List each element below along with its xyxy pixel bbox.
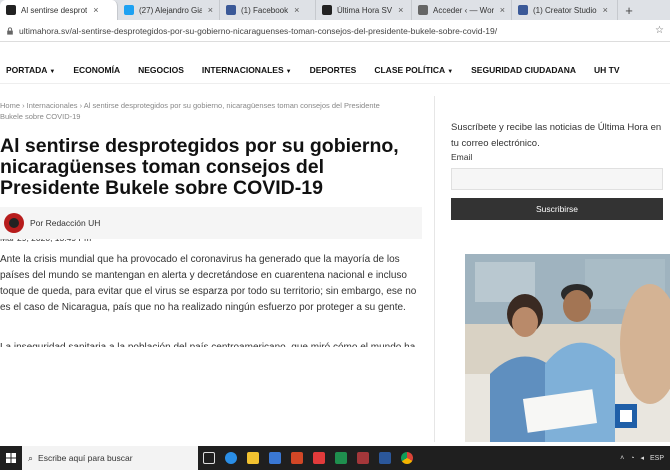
breadcrumb[interactable]: Home › Internacionales › Al sentirse des…	[0, 100, 400, 122]
article-paragraph: Ante la crisis mundial que ha provocado …	[0, 254, 417, 313]
subscribe-text: Suscríbete y recibe las noticias de Últi…	[451, 122, 662, 149]
chevron-down-icon: ▼	[447, 68, 454, 75]
url-text[interactable]: ultimahora.sv/al-sentirse-desprotegidos-…	[19, 26, 655, 36]
system-tray: ˄ ◔ ◂ ESP	[620, 454, 670, 463]
close-icon[interactable]: ×	[398, 5, 403, 15]
search-placeholder: Escribe aquí para buscar	[38, 453, 133, 463]
subscribe-button[interactable]: Suscribirse	[451, 198, 663, 220]
browser-tab-label: (1) Creator Studio	[533, 5, 597, 15]
facebook-icon	[518, 5, 528, 15]
nav-item-label: ECONOMÍA	[73, 64, 121, 75]
nav-item-label: INTERNACIONALES	[201, 64, 284, 75]
close-icon[interactable]: ×	[208, 5, 213, 15]
store-icon[interactable]	[264, 446, 286, 470]
author-box: Por Redacción UH	[0, 207, 422, 239]
new-tab-button[interactable]: +	[618, 0, 640, 20]
nav-item[interactable]: INTERNACIONALES ▼	[202, 65, 292, 75]
close-icon[interactable]: ×	[603, 5, 608, 15]
globe-icon	[418, 5, 428, 15]
author-avatar[interactable]	[4, 213, 24, 233]
advertisement-photo[interactable]	[465, 254, 670, 442]
email-label: Email	[451, 152, 473, 162]
author-name[interactable]: Por Redacción UH	[30, 218, 100, 228]
chevron-down-icon: ▼	[49, 68, 56, 75]
nav-item[interactable]: SEGURIDAD CIUDADANA	[471, 65, 576, 75]
browser-tab-label: Acceder ‹ — Word	[433, 5, 494, 15]
search-icon: ⌕	[28, 452, 34, 463]
browser-tab-label: (1) Facebook	[241, 5, 289, 15]
browser-tab-label: Al sentirse desprot	[21, 5, 88, 15]
facebook-icon	[226, 5, 236, 15]
windows-start-icon[interactable]	[0, 446, 22, 470]
article-title: Al sentirse desprotegidos por su gobiern…	[0, 135, 399, 199]
browser-tab[interactable]: (1) Facebook ×	[220, 0, 316, 20]
browser-tab[interactable]: Al sentirse desprot ×	[0, 0, 118, 20]
nav-item-label: DEPORTES	[309, 64, 357, 75]
browser-tab[interactable]: (27) Alejandro Gia ×	[118, 0, 220, 20]
task-view-icon[interactable]	[198, 446, 220, 470]
article-paragraph-2: La inseguridad sanitaria a la población …	[0, 340, 422, 347]
word-icon[interactable]	[374, 446, 396, 470]
site-icon	[6, 5, 16, 15]
chevron-down-icon: ▼	[285, 68, 292, 75]
close-icon[interactable]: ×	[294, 5, 299, 15]
newsletter-widget: Suscríbete y recibe las noticias de Últi…	[451, 120, 663, 220]
browser-tab[interactable]: Última Hora SV ×	[316, 0, 412, 20]
file-explorer-icon[interactable]	[242, 446, 264, 470]
browser-tab[interactable]: (1) Creator Studio ×	[512, 0, 618, 20]
browser-tab-bar: Al sentirse desprot × (27) Alejandro Gia ×(…	[0, 0, 670, 20]
nav-item-label: SEGURIDAD CIUDADANA	[471, 64, 576, 75]
nav-item-label: UH TV	[593, 64, 620, 75]
taskbar-search-input[interactable]: ⌕ Escribe aquí para buscar	[22, 446, 198, 470]
edge-icon[interactable]	[220, 446, 242, 470]
access-icon[interactable]	[352, 446, 374, 470]
browser-tab-label: (27) Alejandro Gia	[139, 5, 202, 15]
nav-item[interactable]: CLASE POLÍTICA ▼	[374, 65, 453, 75]
browser-tab-label: Última Hora SV	[337, 5, 393, 15]
nav-item-label: NEGOCIOS	[138, 64, 184, 75]
site-icon	[322, 5, 332, 15]
site-navigation: PORTADA ▼ ECONOMÍA NEGOCIOS INTERNACIONALES ▼…	[0, 56, 670, 84]
nav-item[interactable]: PORTADA ▼	[6, 65, 55, 75]
chrome-icon[interactable]	[396, 446, 418, 470]
os-taskbar: ⌕ Escribe aquí para buscar ˄ ◔ ◂ ESP	[0, 446, 670, 470]
nav-item-label: PORTADA	[6, 64, 48, 75]
email-field[interactable]	[451, 168, 663, 190]
close-icon[interactable]: ×	[500, 5, 505, 15]
address-bar[interactable]: ultimahora.sv/al-sentirse-desprotegidos-…	[0, 20, 670, 42]
wifi-icon[interactable]: ◔	[630, 455, 634, 462]
nav-item[interactable]: ECONOMÍA	[73, 65, 120, 75]
column-divider	[434, 96, 435, 442]
chevron-up-icon[interactable]: ˄	[620, 455, 624, 462]
lock-icon	[7, 26, 13, 35]
nav-item[interactable]: UH TV	[594, 65, 620, 75]
twitter-icon	[124, 5, 134, 15]
excel-icon[interactable]	[330, 446, 352, 470]
nav-item-label: CLASE POLÍTICA	[374, 64, 446, 75]
keyboard-language[interactable]: ESP	[650, 455, 664, 462]
nav-item[interactable]: DEPORTES	[310, 65, 357, 75]
gift-icon[interactable]	[308, 446, 330, 470]
volume-icon[interactable]: ◂	[640, 454, 644, 462]
nav-item[interactable]: NEGOCIOS	[138, 65, 184, 75]
powerpoint-icon[interactable]	[286, 446, 308, 470]
close-icon[interactable]: ×	[93, 5, 98, 15]
browser-tab[interactable]: Acceder ‹ — Word ×	[412, 0, 512, 20]
bookmark-star-icon[interactable]: ☆	[655, 25, 664, 36]
